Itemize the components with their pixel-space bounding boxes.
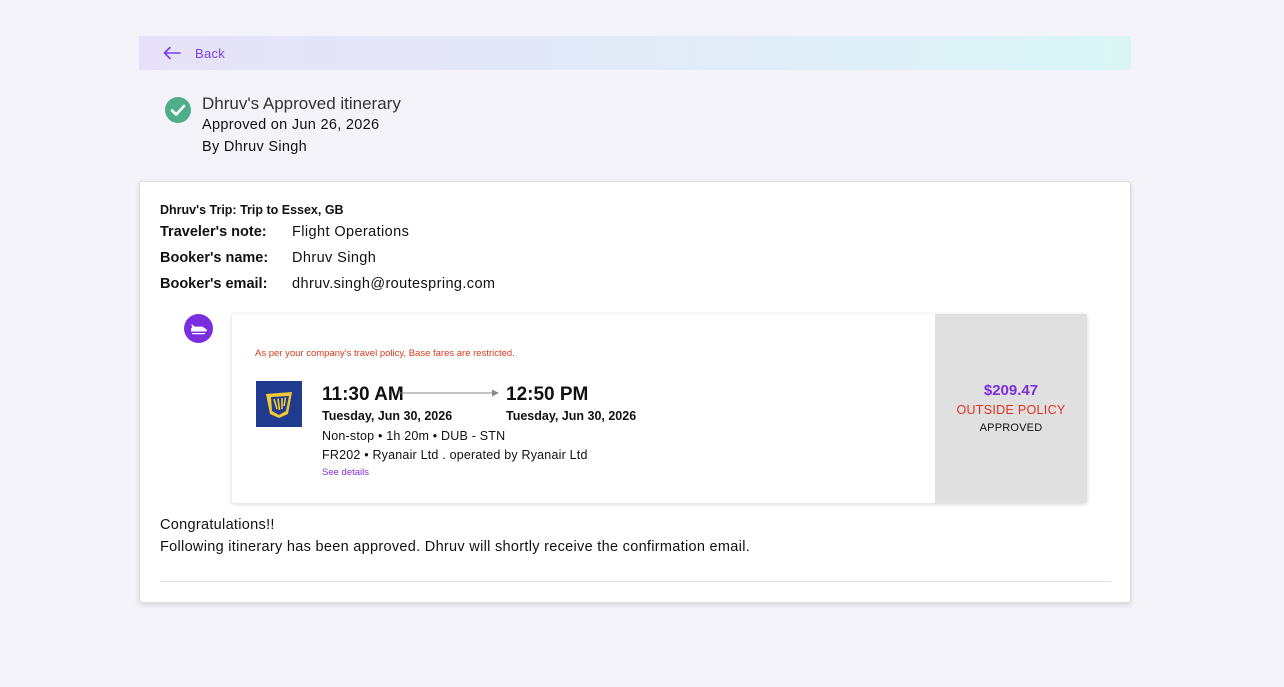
approval-status: APPROVED (979, 422, 1043, 434)
arrow-left-icon (163, 46, 181, 60)
check-circle-icon (165, 97, 191, 123)
booker-name-row: Booker's name: Dhruv Singh (160, 250, 376, 266)
booker-email-label: Booker's email: (160, 276, 268, 292)
flight-number-info: FR202 • Ryanair Ltd . operated by Ryanai… (322, 448, 588, 462)
see-details-link[interactable]: See details (322, 467, 369, 478)
traveler-note-value: Flight Operations (292, 224, 410, 240)
flight-price: $209.47 (983, 382, 1039, 399)
price-panel: $209.47 OUTSIDE POLICY APPROVED (935, 314, 1087, 503)
arrival-date: Tuesday, Jun 30, 2026 (506, 409, 637, 423)
policy-status: OUTSIDE POLICY (956, 403, 1066, 417)
congrats-text: Congratulations!! (160, 517, 275, 533)
trip-title: Dhruv's Trip: Trip to Essex, GB (160, 203, 344, 217)
approval-by: By Dhruv Singh (202, 139, 307, 155)
back-button[interactable]: Back (139, 36, 1131, 70)
booker-name-label: Booker's name: (160, 250, 269, 266)
booker-email-row: Booker's email: dhruv.singh@routespring.… (160, 276, 495, 292)
itinerary-card: Dhruv's Trip: Trip to Essex, GB Traveler… (139, 181, 1131, 603)
divider (160, 581, 1111, 582)
departure-time: 11:30 AM (322, 384, 404, 405)
flight-card: As per your company's travel policy, Bas… (232, 314, 1087, 503)
flight-arrow-icon (398, 389, 499, 397)
plane-icon (184, 314, 213, 343)
traveler-note-label: Traveler's note: (160, 224, 267, 240)
approval-title: Dhruv's Approved itinerary (202, 94, 401, 113)
departure-date: Tuesday, Jun 30, 2026 (322, 409, 453, 423)
policy-note: As per your company's travel policy, Bas… (255, 348, 515, 359)
arrival-time: 12:50 PM (506, 384, 589, 405)
ryanair-logo (256, 381, 302, 427)
booker-name-value: Dhruv Singh (292, 250, 377, 266)
back-label: Back (195, 45, 226, 61)
traveler-note-row: Traveler's note: Flight Operations (160, 224, 409, 240)
booker-email-value: dhruv.singh@routespring.com (292, 276, 496, 292)
approval-date: Approved on Jun 26, 2026 (202, 117, 380, 133)
confirmation-message: Following itinerary has been approved. D… (160, 539, 751, 555)
route-info: Non-stop • 1h 20m • DUB - STN (322, 429, 506, 443)
